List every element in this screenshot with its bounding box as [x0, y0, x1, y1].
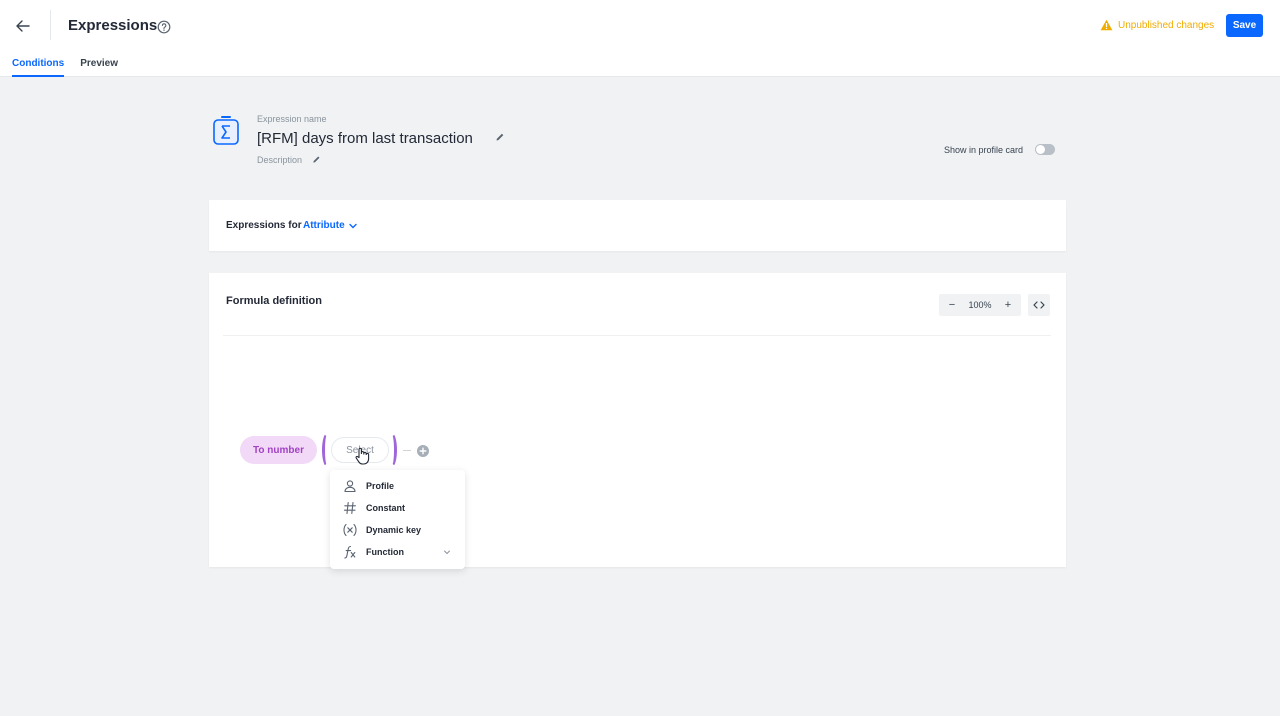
back-button[interactable]: [10, 14, 36, 38]
pencil-icon[interactable]: [495, 132, 505, 142]
header-divider: [50, 10, 51, 40]
show-in-profile-toggle[interactable]: [1035, 144, 1055, 155]
zoom-in-button[interactable]: +: [1001, 299, 1015, 311]
zoom-out-button[interactable]: −: [945, 299, 959, 311]
function-icon: [344, 545, 356, 559]
arrow-left-icon: [16, 20, 30, 32]
dropdown-item-dynamic-key[interactable]: Dynamic key: [330, 519, 465, 541]
chevron-down-icon: [348, 223, 357, 228]
hash-icon: [343, 501, 356, 515]
dropdown-item-constant[interactable]: Constant: [330, 497, 465, 519]
variable-icon: [343, 523, 357, 537]
add-argument-button[interactable]: [417, 445, 429, 457]
expression-name-label: Expression name: [257, 114, 327, 124]
dropdown-item-profile[interactable]: Profile: [330, 475, 465, 497]
dropdown-item-label: Constant: [366, 503, 405, 513]
formula-title: Formula definition: [226, 295, 322, 307]
person-icon: [344, 480, 356, 493]
zoom-control: − 100% +: [939, 294, 1021, 316]
unpublished-status: Unpublished changes: [1100, 19, 1214, 31]
tab-conditions[interactable]: Conditions: [12, 58, 65, 77]
dropdown-item-label: Dynamic key: [366, 525, 422, 535]
zoom-level: 100%: [968, 300, 992, 310]
hand-cursor-icon: [355, 447, 370, 465]
top-header: Expressions Conditions Preview Unpublish…: [0, 0, 1280, 77]
page-title: Expressions: [68, 17, 158, 34]
pencil-icon[interactable]: [312, 155, 321, 164]
sigma-icon: [213, 116, 239, 145]
expressions-for-card: Expressions for Attribute: [209, 200, 1066, 251]
help-icon[interactable]: [157, 20, 171, 34]
save-button[interactable]: Save: [1226, 14, 1263, 37]
expression-name[interactable]: [RFM] days from last transaction: [257, 130, 473, 147]
dropdown-item-label: Function: [366, 547, 404, 557]
toggle-knob: [1036, 145, 1045, 154]
expressions-for-label: Expressions for: [226, 220, 302, 231]
tab-preview[interactable]: Preview: [80, 58, 118, 77]
expressions-for-value: Attribute: [303, 220, 345, 231]
argument-type-dropdown: Profile Constant Dynamic key Function: [330, 470, 465, 569]
show-in-profile-label: Show in profile card: [944, 145, 1024, 155]
unpublished-status-text: Unpublished changes: [1118, 19, 1215, 31]
plus-icon: [419, 447, 427, 455]
function-pill[interactable]: To number: [240, 436, 317, 464]
tab-bar: Conditions Preview: [12, 58, 118, 77]
right-paren: [387, 433, 397, 467]
code-icon: [1033, 301, 1045, 309]
connector-line: [403, 450, 411, 451]
chevron-down-icon: [444, 550, 450, 555]
dropdown-item-label: Profile: [366, 481, 395, 491]
code-view-button[interactable]: [1028, 294, 1050, 316]
description-label[interactable]: Description: [257, 155, 302, 165]
formula-divider: [223, 335, 1051, 336]
dropdown-item-function[interactable]: Function: [330, 541, 465, 563]
expressions-for-select[interactable]: Attribute: [303, 220, 357, 231]
warning-icon: [1100, 19, 1113, 31]
